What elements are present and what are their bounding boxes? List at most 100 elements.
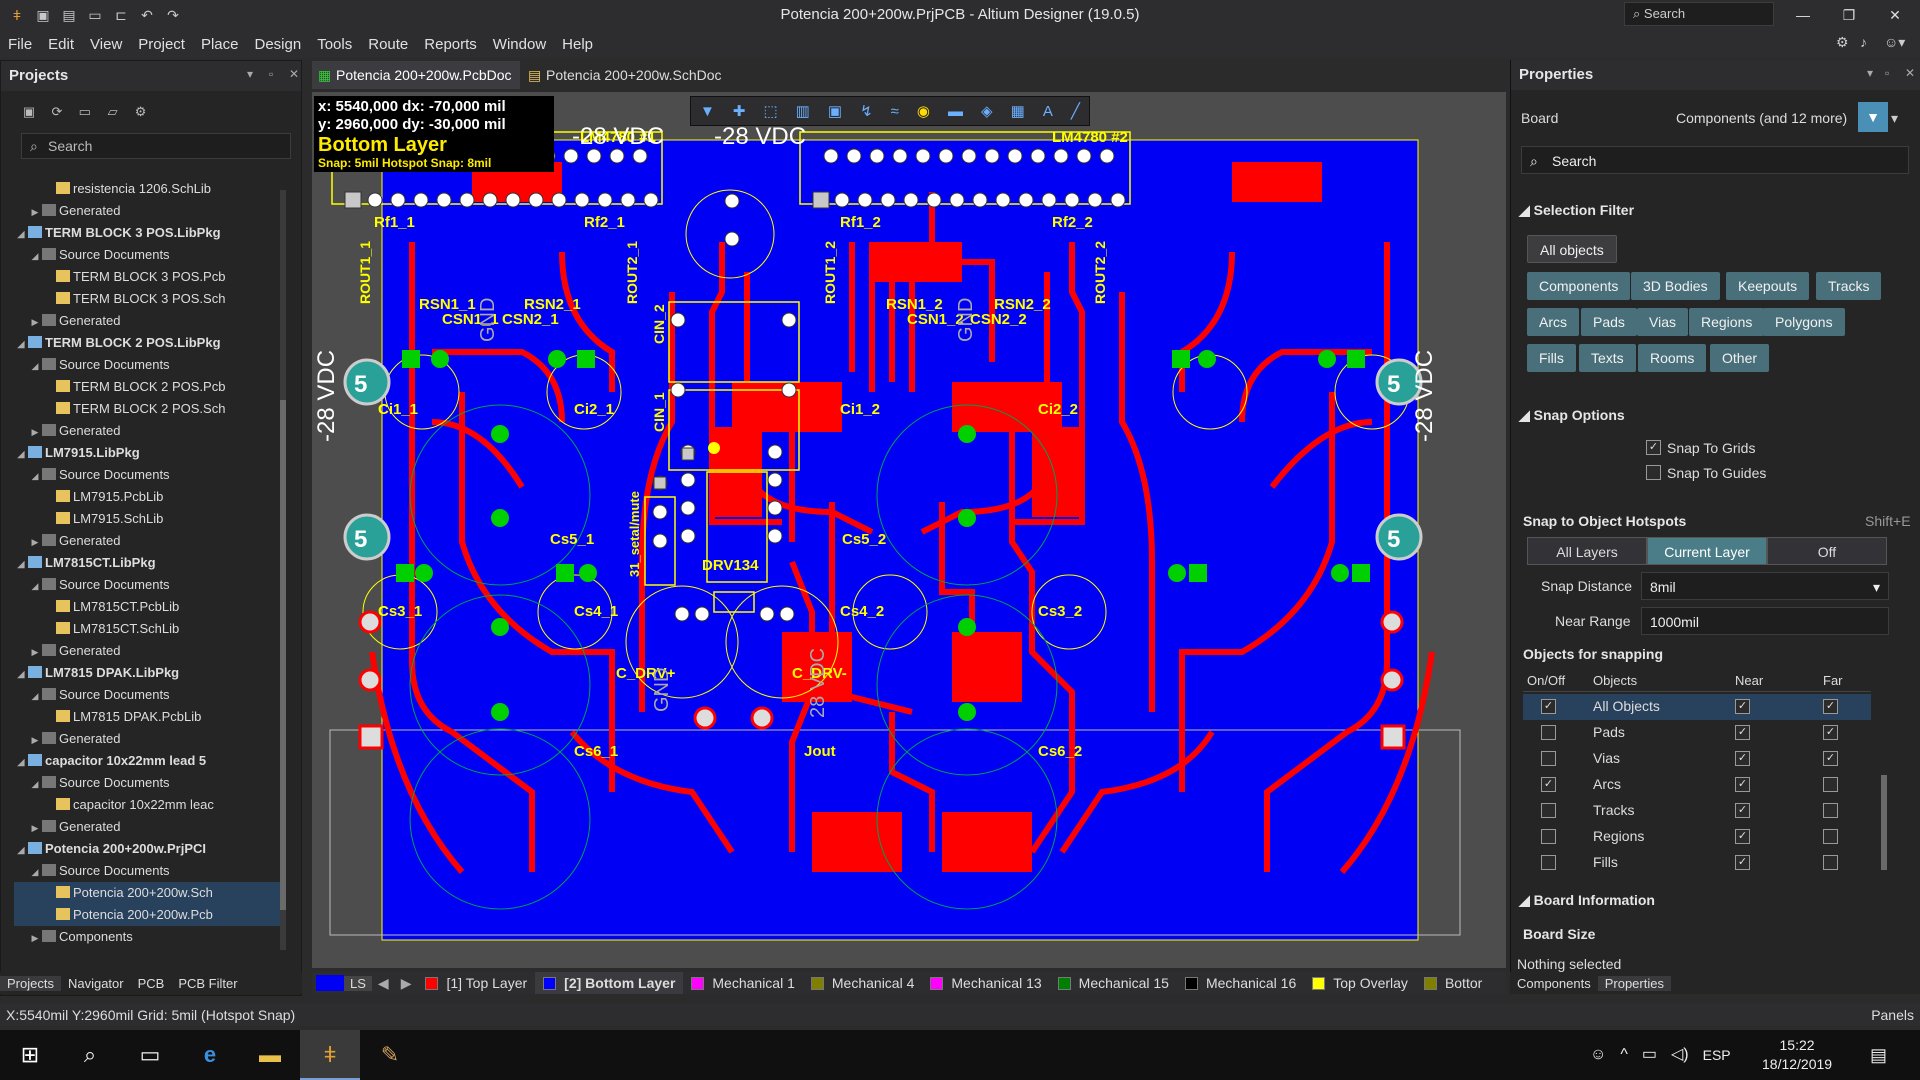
filter-rooms[interactable]: Rooms — [1638, 344, 1707, 372]
tree-item[interactable]: ▶ Generated — [14, 640, 284, 662]
paint-icon[interactable]: ✎ — [360, 1030, 420, 1080]
onoff-checkbox[interactable] — [1541, 829, 1556, 844]
collapse-arrow-icon[interactable]: ◢ — [28, 355, 42, 377]
onoff-checkbox[interactable] — [1541, 855, 1556, 870]
tree-item[interactable]: ◢ TERM BLOCK 2 POS.LibPkg — [14, 332, 284, 354]
crosshair-icon[interactable]: ✚ — [733, 102, 746, 120]
filter-3d-bodies[interactable]: 3D Bodies — [1631, 272, 1720, 300]
scroll-right-icon[interactable]: ▶ — [395, 975, 418, 992]
tab-properties[interactable]: Properties — [1597, 975, 1671, 991]
tree-item[interactable]: ▶ Generated — [14, 200, 284, 222]
edge-icon[interactable]: e — [180, 1030, 240, 1080]
filter-pads[interactable]: Pads — [1581, 308, 1637, 336]
filter-fills[interactable]: Fills — [1527, 344, 1576, 372]
tab-navigator[interactable]: Navigator — [61, 976, 131, 991]
filter-icon[interactable]: ▼ — [700, 103, 715, 120]
menu-design[interactable]: Design — [247, 36, 310, 53]
filter-arcs[interactable]: Arcs — [1527, 308, 1579, 336]
folder-open-icon[interactable]: ▱ — [101, 101, 125, 123]
tree-item[interactable]: ◢ LM7815CT.LibPkg — [14, 552, 284, 574]
tree-item[interactable]: LM7815CT.PcbLib — [14, 596, 284, 618]
onoff-checkbox[interactable]: ✓ — [1541, 777, 1556, 792]
collapse-arrow-icon[interactable]: ◢ — [28, 773, 42, 795]
component-icon[interactable]: ▣ — [828, 102, 842, 120]
tree-item[interactable]: Potencia 200+200w.Pcb — [14, 904, 284, 926]
filter-polygons[interactable]: Polygons — [1763, 308, 1845, 336]
tree-item[interactable]: ▶ Generated — [14, 420, 284, 442]
tab-pcb-filter[interactable]: PCB Filter — [171, 976, 244, 991]
snap-options-header[interactable]: ◢ Snap Options — [1519, 407, 1625, 424]
ls-button[interactable]: LS — [344, 975, 372, 991]
layer-tab[interactable]: Mechanical 15 — [1050, 972, 1177, 994]
polygon-icon[interactable]: ◈ — [981, 102, 993, 120]
layer-tab[interactable]: Mechanical 16 — [1177, 972, 1304, 994]
filter-button[interactable]: ▼ — [1858, 102, 1888, 132]
tree-item[interactable]: ◢ TERM BLOCK 3 POS.LibPkg — [14, 222, 284, 244]
seg-current-layer[interactable]: Current Layer — [1647, 537, 1767, 565]
panel-close-icon[interactable]: ✕ — [289, 67, 299, 81]
filter-texts[interactable]: Texts — [1579, 344, 1636, 372]
language-indicator[interactable]: ESP — [1703, 1030, 1731, 1080]
via-icon[interactable]: ◉ — [917, 102, 930, 120]
far-checkbox[interactable]: ✓ — [1823, 725, 1838, 740]
near-checkbox[interactable]: ✓ — [1735, 725, 1750, 740]
snapping-table-scrollbar[interactable] — [1881, 775, 1887, 870]
seg-all-layers[interactable]: All Layers — [1527, 537, 1647, 565]
onoff-checkbox[interactable]: ✓ — [1541, 699, 1556, 714]
far-checkbox[interactable] — [1823, 855, 1838, 870]
route-icon[interactable]: ↯ — [860, 102, 873, 120]
global-search-input[interactable]: ⌕ Search — [1624, 2, 1774, 26]
gear-icon[interactable]: ⚙ — [1836, 34, 1849, 51]
tree-item[interactable]: ◢ Source Documents — [14, 464, 284, 486]
menu-project[interactable]: Project — [130, 36, 193, 53]
pcb-board-svg[interactable]: LM4780 #1 LM4780 #2 Rf1_1 Rf2_1 Rf1_2 Rf… — [312, 92, 1506, 968]
onoff-checkbox[interactable] — [1541, 751, 1556, 766]
panels-button[interactable]: Panels — [1871, 1004, 1914, 1026]
near-range-input[interactable]: 1000mil — [1641, 607, 1889, 635]
tree-item[interactable]: Potencia 200+200w.Sch — [14, 882, 284, 904]
tree-item[interactable]: LM7915.PcbLib — [14, 486, 284, 508]
board-information-header[interactable]: ◢ Board Information — [1519, 892, 1655, 909]
panel-menu-icon[interactable]: ▾ — [247, 67, 253, 81]
near-checkbox[interactable]: ✓ — [1735, 855, 1750, 870]
menu-help[interactable]: Help — [554, 36, 601, 53]
pin-icon[interactable]: ▫ — [269, 67, 273, 81]
near-checkbox[interactable]: ✓ — [1735, 751, 1750, 766]
tree-item[interactable]: ◢ Potencia 200+200w.PrjPCI — [14, 838, 284, 860]
panel-menu-icon[interactable]: ▾ — [1867, 66, 1873, 80]
collapse-arrow-icon[interactable]: ◢ — [28, 575, 42, 597]
tree-item[interactable]: ◢ Source Documents — [14, 354, 284, 376]
expand-arrow-icon[interactable]: ▶ — [28, 421, 42, 443]
tree-item[interactable]: ◢ Source Documents — [14, 684, 284, 706]
filter-keepouts[interactable]: Keepouts — [1726, 272, 1810, 300]
collapse-arrow-icon[interactable]: ◢ — [14, 663, 28, 685]
user-icon[interactable]: ☺▾ — [1884, 34, 1905, 51]
tab-pcbdoc[interactable]: ▦Potencia 200+200w.PcbDoc * — [312, 61, 520, 111]
current-layer-swatch[interactable] — [316, 975, 344, 991]
far-checkbox[interactable] — [1823, 777, 1838, 792]
expand-arrow-icon[interactable]: ▶ — [28, 641, 42, 663]
tree-item[interactable]: TERM BLOCK 3 POS.Sch — [14, 288, 284, 310]
tree-scrollbar[interactable] — [280, 190, 286, 950]
tree-item[interactable]: ◢ LM7815 DPAK.LibPkg — [14, 662, 284, 684]
near-checkbox[interactable]: ✓ — [1735, 699, 1750, 714]
snap-distance-select[interactable]: 8mil ▾ — [1641, 572, 1889, 600]
menu-edit[interactable]: Edit — [40, 36, 82, 53]
properties-search-input[interactable]: ⌕ Search — [1521, 146, 1909, 174]
far-checkbox[interactable] — [1823, 829, 1838, 844]
select-box-icon[interactable]: ⬚ — [763, 102, 777, 120]
collapse-arrow-icon[interactable]: ◢ — [14, 223, 28, 245]
expand-arrow-icon[interactable]: ▶ — [28, 201, 42, 223]
collapse-arrow-icon[interactable]: ◢ — [28, 861, 42, 883]
filter-vias[interactable]: Vias — [1637, 308, 1688, 336]
expand-arrow-icon[interactable]: ▶ — [28, 817, 42, 839]
bell-icon[interactable]: ♪ — [1860, 34, 1867, 50]
snapping-row[interactable]: ✓ All Objects ✓ ✓ — [1523, 694, 1871, 720]
windows-start-icon[interactable]: ⊞ — [0, 1030, 60, 1080]
filter-other[interactable]: Other — [1710, 344, 1770, 372]
notifications-icon[interactable]: ▤ — [1870, 1030, 1887, 1080]
layer-tab[interactable]: Mechanical 1 — [683, 972, 803, 994]
tab-schdoc[interactable]: ▤ Potencia 200+200w.SchDoc — [522, 61, 732, 89]
altium-taskbar-icon[interactable]: ǂ — [300, 1030, 360, 1080]
file-explorer-icon[interactable]: ▬ — [240, 1030, 300, 1080]
